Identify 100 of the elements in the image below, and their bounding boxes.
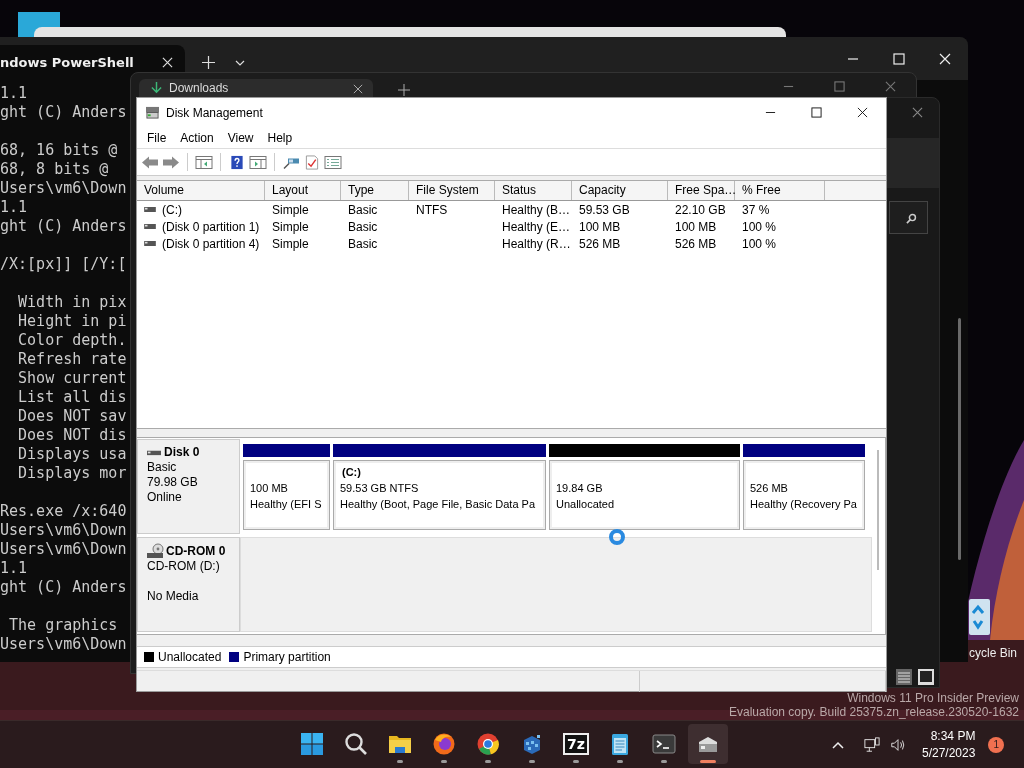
terminal-line: 1.1 <box>0 559 28 578</box>
large-icons-view-icon[interactable] <box>917 668 935 686</box>
column-header[interactable]: Volume <box>137 181 265 200</box>
clock-date[interactable]: 5/27/2023 <box>922 744 976 762</box>
close-button[interactable] <box>857 107 868 118</box>
column-header[interactable]: File System <box>409 181 495 200</box>
network-icon[interactable] <box>864 736 880 753</box>
forward-arrow-icon[interactable] <box>162 154 180 170</box>
table-cell: 100 MB <box>675 219 717 234</box>
action-pane-icon[interactable] <box>249 154 267 170</box>
chevron-up-icon[interactable] <box>832 740 844 749</box>
maximize-button[interactable] <box>811 107 822 118</box>
legend-label: Primary partition <box>243 650 331 664</box>
terminal-line: List all dis <box>17 388 127 407</box>
help-icon[interactable] <box>228 154 246 170</box>
partition-box[interactable]: 526 MB Healthy (Recovery Pa <box>743 460 865 530</box>
menu-item[interactable]: Help <box>260 130 300 145</box>
column-header[interactable]: Status <box>495 181 572 200</box>
console-tree-icon[interactable] <box>195 154 213 170</box>
column-header[interactable]: Capacity <box>572 181 668 200</box>
table-cell: (Disk 0 partition 4) <box>162 236 260 251</box>
disk-info-panel[interactable]: CD-ROM 0 CD-ROM (D:) No Media <box>137 537 240 632</box>
disk-info-panel[interactable]: Disk 0 Basic 79.98 GB Online <box>137 439 240 534</box>
terminal-line: ght (C) Anders <box>0 103 127 122</box>
terminal-line: Color depth. <box>17 331 127 350</box>
archive-app-button[interactable]: 7z <box>556 724 596 764</box>
terminal-line: Height in pi <box>17 312 127 331</box>
terminal-tab[interactable]: ndows PowerShell <box>0 45 185 80</box>
column-header[interactable]: Free Spa… <box>668 181 735 200</box>
shortcut-label[interactable]: cycle Bin <box>969 646 1018 660</box>
partition-box[interactable]: 19.84 GB Unallocated <box>549 460 740 530</box>
table-cell: 100 % <box>742 219 777 234</box>
terminal-line: Does NOT sav <box>17 407 127 426</box>
start-icon <box>300 732 324 756</box>
explorer-tab[interactable]: Downloads <box>139 79 373 99</box>
table-cell: Basic <box>348 219 378 234</box>
terminal-line: ght (C) Anders <box>0 217 127 236</box>
volume-icon <box>144 241 156 246</box>
terminal-line: Users\vm6\Down <box>0 179 127 198</box>
partition-box[interactable]: 100 MB Healthy (EFI S <box>243 460 330 530</box>
drive-icon <box>145 106 160 119</box>
recycle-bin-icon[interactable] <box>969 596 991 638</box>
watermark-text: Windows 11 Pro Insider Preview <box>847 691 1019 705</box>
browser-icon <box>432 732 456 756</box>
partition-size: 100 MB <box>250 481 289 496</box>
disk-type: CD-ROM (D:) <box>147 559 221 574</box>
search-icon <box>906 213 917 224</box>
volume-icon <box>144 224 156 229</box>
tab-title[interactable]: Downloads <box>169 81 229 95</box>
partition-box[interactable]: (C:) 59.53 GB NTFS Healthy (Boot, Page File, Basic Data Pa <box>333 460 546 530</box>
terminal-line: 1.1 <box>0 84 28 103</box>
column-header[interactable]: Type <box>341 181 409 200</box>
table-cell: 22.10 GB <box>675 202 726 217</box>
details-view-icon[interactable] <box>895 668 913 686</box>
menu-item[interactable]: Action <box>173 130 221 145</box>
volume-icon <box>144 207 156 212</box>
disk-status: No Media <box>147 589 200 604</box>
clock-time[interactable]: 8:34 PM <box>930 727 976 745</box>
notification-badge[interactable]: 1 <box>988 736 1005 753</box>
menu-item[interactable]: File <box>140 130 174 145</box>
app-logo: 7z <box>563 733 589 755</box>
terminal-line: 68, 16 bits @ <box>0 141 118 160</box>
table-cell: 100 % <box>742 236 777 251</box>
column-header[interactable]: Layout <box>265 181 341 200</box>
volume-icon[interactable] <box>890 736 906 753</box>
watermark-text: Evaluation copy. Build 25375.zn_release.230520-1632 <box>729 705 1019 719</box>
scrollbar[interactable] <box>958 318 961 560</box>
disk-management-button[interactable] <box>688 724 728 764</box>
cd-drive-icon <box>147 543 165 559</box>
legend-label: Unallocated <box>158 650 222 664</box>
terminal-line: Res.exe /x:640 <box>0 502 127 521</box>
back-arrow-icon[interactable] <box>141 154 159 170</box>
table-cell: 526 MB <box>675 236 717 251</box>
disk-size: 79.98 GB <box>147 475 199 490</box>
properties-icon[interactable] <box>324 154 342 170</box>
partition-size: 19.84 GB <box>556 481 604 496</box>
table-cell: Healthy (E… <box>502 219 571 234</box>
table-cell: NTFS <box>416 202 448 217</box>
search-field[interactable] <box>889 201 928 234</box>
disk-name: CD-ROM 0 <box>166 543 226 559</box>
terminal-line: 1.1 <box>0 198 28 217</box>
terminal-line: Does NOT dis <box>17 426 127 445</box>
column-header[interactable]: % Free <box>735 181 825 200</box>
table-cell: 526 MB <box>579 236 621 251</box>
search-icon <box>344 732 368 756</box>
table-cell: (Disk 0 partition 1) <box>162 219 260 234</box>
table-cell: Healthy (R… <box>502 236 571 251</box>
terminal-line: ght (C) Anders <box>0 578 127 597</box>
close-icon[interactable] <box>353 84 363 94</box>
checklist-icon[interactable] <box>303 154 321 170</box>
terminal-icon <box>652 732 676 756</box>
table-cell: 59.53 GB <box>579 202 630 217</box>
table-cell: Healthy (B… <box>502 202 571 217</box>
dropdown-icon[interactable] <box>235 60 245 66</box>
terminal-line: Width in pix <box>17 293 127 312</box>
disk-status: Online <box>147 490 183 505</box>
browser-icon <box>476 732 500 756</box>
table-cell: Basic <box>348 202 378 217</box>
scrollbar[interactable] <box>877 450 879 570</box>
menu-item[interactable]: View <box>220 130 261 145</box>
